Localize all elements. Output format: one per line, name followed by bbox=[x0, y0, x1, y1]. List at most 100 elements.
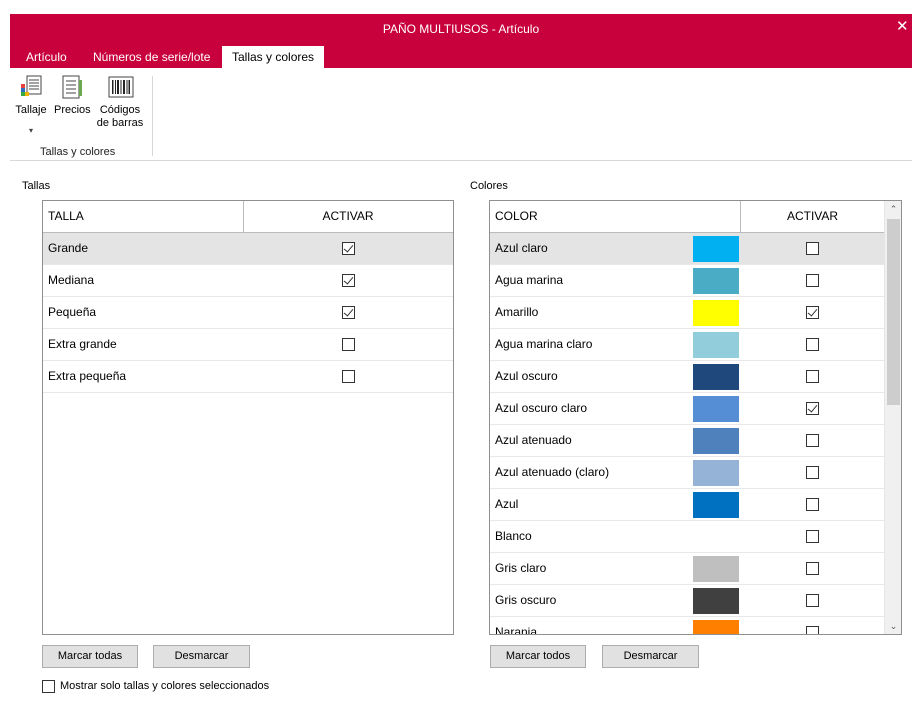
ribbon-group-separator bbox=[152, 76, 153, 156]
talla-name: Extra grande bbox=[48, 337, 117, 351]
activar-checkbox[interactable] bbox=[806, 402, 819, 415]
tab-bar: Artículo Números de serie/lote Tallas y … bbox=[10, 46, 912, 68]
codigos-label-1: Códigos bbox=[99, 104, 141, 116]
desmarcar-colores-button[interactable]: Desmarcar bbox=[602, 645, 699, 668]
barcode-icon bbox=[108, 74, 134, 102]
tab-articulo[interactable]: Artículo bbox=[16, 46, 77, 68]
talla-name: Grande bbox=[48, 241, 89, 255]
tallas-section-label: Tallas bbox=[22, 180, 51, 192]
tab-numeros-serie[interactable]: Números de serie/lote bbox=[83, 46, 220, 68]
ribbon: Tallaje ▾ Precios Códigos de barras Tall… bbox=[10, 68, 912, 161]
tallaje-label: Tallaje bbox=[15, 104, 47, 116]
col-header-talla[interactable]: TALLA bbox=[48, 201, 84, 232]
col-header-color[interactable]: COLOR bbox=[495, 201, 538, 232]
marcar-todos-button[interactable]: Marcar todos bbox=[490, 645, 586, 668]
activar-checkbox[interactable] bbox=[342, 274, 355, 287]
color-swatch bbox=[693, 620, 739, 634]
color-row[interactable]: Azul oscuro bbox=[490, 361, 884, 393]
close-icon[interactable]: ✕ bbox=[896, 17, 910, 35]
talla-row[interactable]: Extra pequeña bbox=[43, 361, 453, 393]
color-name: Gris oscuro bbox=[495, 593, 557, 607]
activar-checkbox[interactable] bbox=[806, 530, 819, 543]
colores-grid-header: COLOR ACTIVAR bbox=[490, 201, 884, 233]
tallas-grid: TALLA ACTIVAR Grande Mediana Pequeña Extra … bbox=[42, 200, 454, 635]
talla-name: Pequeña bbox=[48, 305, 97, 319]
scroll-down-icon[interactable]: ⌄ bbox=[885, 618, 901, 634]
codigos-label-2: de barras bbox=[96, 117, 144, 129]
color-name: Amarillo bbox=[495, 305, 539, 319]
color-name: Azul claro bbox=[495, 241, 548, 255]
color-swatch bbox=[693, 588, 739, 614]
tallas-grid-header: TALLA ACTIVAR bbox=[43, 201, 453, 233]
colores-section-label: Colores bbox=[470, 180, 508, 192]
activar-checkbox[interactable] bbox=[806, 626, 819, 634]
color-row[interactable]: Azul atenuado (claro) bbox=[490, 457, 884, 489]
desmarcar-tallas-button[interactable]: Desmarcar bbox=[153, 645, 250, 668]
color-name: Agua marina claro bbox=[495, 337, 593, 351]
color-name: Gris claro bbox=[495, 561, 547, 575]
color-swatch bbox=[693, 332, 739, 358]
color-name: Azul atenuado (claro) bbox=[495, 465, 610, 479]
precios-button[interactable]: Precios bbox=[54, 74, 91, 117]
tallaje-button[interactable]: Tallaje bbox=[14, 74, 48, 117]
talla-row[interactable]: Pequeña bbox=[43, 297, 453, 329]
color-name: Azul oscuro claro bbox=[495, 401, 588, 415]
color-name: Naranja bbox=[495, 625, 538, 635]
color-row[interactable]: Azul atenuado bbox=[490, 425, 884, 457]
activar-checkbox[interactable] bbox=[806, 594, 819, 607]
color-row[interactable]: Naranja bbox=[490, 617, 884, 635]
activar-checkbox[interactable] bbox=[806, 466, 819, 479]
activar-checkbox[interactable] bbox=[806, 274, 819, 287]
chevron-down-icon[interactable]: ▾ bbox=[29, 126, 33, 135]
ribbon-group-label: Tallas y colores bbox=[40, 146, 116, 158]
title-bar: PAÑO MULTIUSOS - Artículo ✕ bbox=[10, 14, 912, 46]
col-header-activar[interactable]: ACTIVAR bbox=[243, 201, 453, 232]
filter-label: Mostrar solo tallas y colores selecciona… bbox=[60, 680, 270, 692]
color-row[interactable]: Amarillo bbox=[490, 297, 884, 329]
activar-checkbox[interactable] bbox=[806, 498, 819, 511]
talla-row[interactable]: Mediana bbox=[43, 265, 453, 297]
activar-checkbox[interactable] bbox=[342, 306, 355, 319]
color-swatch bbox=[693, 492, 739, 518]
size-chart-icon bbox=[19, 74, 43, 102]
activar-checkbox[interactable] bbox=[806, 434, 819, 447]
activar-checkbox[interactable] bbox=[806, 306, 819, 319]
colores-grid: COLOR ACTIVAR Azul claro Agua marina Amari… bbox=[489, 200, 902, 635]
marcar-todas-button[interactable]: Marcar todas bbox=[42, 645, 138, 668]
col-header-activar[interactable]: ACTIVAR bbox=[740, 201, 885, 232]
color-row[interactable]: Agua marina bbox=[490, 265, 884, 297]
color-name: Azul oscuro bbox=[495, 369, 558, 383]
tab-tallas-colores[interactable]: Tallas y colores bbox=[222, 46, 325, 68]
color-row[interactable]: Blanco bbox=[490, 521, 884, 553]
talla-name: Mediana bbox=[48, 273, 95, 287]
color-swatch bbox=[693, 364, 739, 390]
activar-checkbox[interactable] bbox=[342, 242, 355, 255]
activar-checkbox[interactable] bbox=[806, 562, 819, 575]
scroll-up-icon[interactable]: ⌃ bbox=[885, 201, 901, 217]
color-row[interactable]: Gris oscuro bbox=[490, 585, 884, 617]
talla-row[interactable]: Extra grande bbox=[43, 329, 453, 361]
vertical-scrollbar[interactable]: ⌃ ⌄ bbox=[884, 201, 901, 634]
precios-label: Precios bbox=[54, 104, 91, 116]
color-row[interactable]: Gris claro bbox=[490, 553, 884, 585]
activar-checkbox[interactable] bbox=[342, 338, 355, 351]
color-name: Azul bbox=[495, 497, 519, 511]
talla-row[interactable]: Grande bbox=[43, 233, 453, 265]
activar-checkbox[interactable] bbox=[806, 338, 819, 351]
codigos-barras-button[interactable]: Códigos de barras bbox=[94, 74, 146, 130]
color-swatch bbox=[693, 268, 739, 294]
talla-name: Extra pequeña bbox=[48, 369, 127, 383]
color-name: Agua marina bbox=[495, 273, 564, 287]
scrollbar-thumb[interactable] bbox=[887, 219, 900, 405]
color-row[interactable]: Azul claro bbox=[490, 233, 884, 265]
activar-checkbox[interactable] bbox=[806, 242, 819, 255]
filter-checkbox[interactable] bbox=[42, 680, 55, 693]
activar-checkbox[interactable] bbox=[806, 370, 819, 383]
color-swatch bbox=[693, 428, 739, 454]
color-row[interactable]: Azul oscuro claro bbox=[490, 393, 884, 425]
activar-checkbox[interactable] bbox=[342, 370, 355, 383]
color-row[interactable]: Azul bbox=[490, 489, 884, 521]
color-row[interactable]: Agua marina claro bbox=[490, 329, 884, 361]
color-swatch bbox=[693, 300, 739, 326]
price-list-icon bbox=[60, 74, 84, 102]
